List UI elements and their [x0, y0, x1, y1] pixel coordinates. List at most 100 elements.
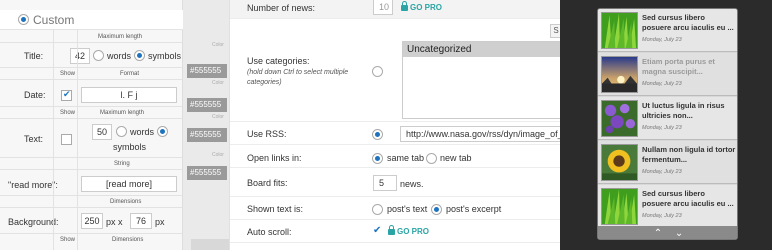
- news-title[interactable]: Nullam non ligula id tortor fermentum...: [642, 145, 736, 165]
- divider: [0, 79, 183, 80]
- background-label: Background:: [8, 217, 59, 227]
- auto-scroll-row: Auto scroll: ✔ GO PRO: [230, 221, 561, 243]
- read-more-label: "read more":: [8, 180, 58, 190]
- color-swatch[interactable]: #555555: [187, 166, 227, 180]
- date-format-input[interactable]: l. F j: [81, 87, 177, 103]
- color-column: Color #555555 Color #555555 Color #55555…: [183, 0, 231, 250]
- categories-listbox[interactable]: Uncategorized: [402, 41, 561, 119]
- board-fits-label: Board fits:: [247, 178, 288, 188]
- text-length-input[interactable]: 50: [92, 124, 112, 140]
- number-of-news-row: Number of news: 10 GO PRO: [230, 0, 561, 19]
- news-title[interactable]: Ut luctus ligula in risus ultricies non.…: [642, 101, 736, 121]
- dimensions-header: Dimensions: [110, 199, 142, 205]
- show-header: Show: [60, 71, 76, 77]
- news-item[interactable]: Nullam non ligula id tortor fermentum...…: [598, 141, 737, 184]
- text-symbols-radio[interactable]: [157, 126, 168, 137]
- text-words-radio[interactable]: [116, 126, 127, 137]
- divider: [0, 157, 183, 158]
- show-date-checkbox[interactable]: [61, 89, 72, 101]
- news-item[interactable]: Ut luctus ligula in risus ultricies non.…: [598, 97, 737, 140]
- board-fits-input[interactable]: 5: [373, 175, 397, 191]
- lock-icon: [388, 225, 395, 235]
- title-words-radio[interactable]: [93, 50, 104, 61]
- divider: [0, 195, 183, 196]
- go-pro-link[interactable]: GO PRO: [388, 225, 430, 236]
- settings-left-column: Custom Maximum length Title: 42 words sy…: [0, 0, 183, 250]
- title-words-label: words: [107, 51, 132, 61]
- category-option[interactable]: Uncategorized: [403, 42, 560, 57]
- news-title[interactable]: Sed cursus libero posuere arcu iaculis e…: [642, 189, 736, 209]
- divider: [0, 106, 183, 107]
- news-ticker-widget: Sed cursus libero posuere arcu iaculis e…: [597, 8, 738, 240]
- use-rss-row: Use RSS: http://www.nasa.gov/rss/dyn/ima…: [230, 123, 561, 145]
- custom-label: Custom: [33, 13, 75, 27]
- chevron-up-icon[interactable]: ⌃: [654, 228, 662, 239]
- sunflower-thumbnail: [601, 144, 638, 181]
- news-title[interactable]: Etiam porta purus et magna suscipit...: [642, 57, 736, 77]
- date-label: Date:: [24, 90, 46, 100]
- title-symbols-label: symbols: [148, 51, 182, 61]
- title-label: Title:: [24, 51, 44, 61]
- new-tab-radio[interactable]: [426, 153, 437, 164]
- max-length-header: Maximum length: [98, 34, 143, 40]
- color-swatch[interactable]: #555555: [187, 128, 227, 142]
- news-settings-panel: Number of news: 10 GO PRO Use categories…: [229, 0, 562, 250]
- grass-thumbnail: [601, 12, 638, 49]
- px-label: px: [106, 217, 116, 227]
- auto-scroll-label: Auto scroll:: [247, 227, 292, 237]
- use-categories-radio[interactable]: [372, 66, 383, 77]
- color-label: Color: [212, 42, 224, 48]
- color-label: Color: [212, 114, 224, 120]
- number-of-news-label: Number of news:: [247, 3, 316, 13]
- column-divider: [77, 30, 78, 250]
- color-label: Color: [212, 80, 224, 86]
- custom-radio[interactable]: [18, 14, 29, 25]
- background-height-input[interactable]: 76: [130, 213, 152, 229]
- divider: [0, 118, 183, 119]
- text-words-label: words: [130, 127, 155, 137]
- news-date: Monday, July 23: [642, 125, 682, 131]
- px-label: px: [155, 217, 165, 227]
- read-more-input[interactable]: [read more]: [81, 176, 177, 192]
- show-header: Show: [60, 237, 76, 243]
- news-suffix: news.: [400, 179, 424, 189]
- news-date: Monday, July 23: [642, 169, 682, 175]
- color-swatch[interactable]: #555555: [187, 64, 227, 78]
- title-length-input[interactable]: 42: [70, 48, 90, 64]
- open-links-label: Open links in:: [247, 153, 302, 163]
- title-symbols-radio[interactable]: [134, 50, 145, 61]
- news-date: Monday, July 23: [642, 81, 682, 87]
- color-swatch[interactable]: #555555: [187, 98, 227, 112]
- flowers-thumbnail: [601, 100, 638, 137]
- show-text-checkbox[interactable]: [61, 134, 72, 145]
- use-categories-label: Use categories:: [247, 56, 310, 66]
- news-title[interactable]: Sed cursus libero posuere arcu iaculis e…: [642, 13, 736, 33]
- color-label: Color: [212, 152, 224, 158]
- go-pro-label: GO PRO: [397, 227, 430, 236]
- number-of-news-input[interactable]: 10: [373, 0, 393, 15]
- same-tab-radio[interactable]: [372, 153, 383, 164]
- go-pro-link[interactable]: GO PRO: [401, 1, 443, 12]
- board-fits-row: Board fits: 5 news.: [230, 169, 561, 197]
- rss-url-input[interactable]: http://www.nasa.gov/rss/dyn/image_of_t: [400, 126, 561, 142]
- use-rss-radio[interactable]: [372, 129, 383, 140]
- divider: [0, 169, 183, 170]
- posts-excerpt-label: post's excerpt: [446, 204, 502, 214]
- news-item[interactable]: Sed cursus libero posuere arcu iaculis e…: [598, 185, 737, 228]
- go-pro-label: GO PRO: [410, 3, 443, 12]
- chevron-down-icon[interactable]: ⌄: [675, 228, 683, 239]
- news-date: Monday, July 23: [642, 213, 682, 219]
- new-tab-label: new tab: [440, 153, 472, 163]
- posts-text-radio[interactable]: [372, 204, 383, 215]
- open-links-row: Open links in: same tab new tab: [230, 146, 561, 168]
- check-icon: ✔: [373, 225, 382, 236]
- widget-nav: ⌃ ⌄: [598, 226, 737, 239]
- color-input[interactable]: [191, 239, 231, 250]
- use-rss-label: Use RSS:: [247, 129, 287, 139]
- background-width-input[interactable]: 250: [81, 213, 103, 229]
- posts-excerpt-radio[interactable]: [431, 204, 442, 215]
- news-item[interactable]: Etiam porta purus et magna suscipit... M…: [598, 53, 737, 96]
- custom-option-row[interactable]: Custom: [0, 10, 183, 30]
- shown-text-label: Shown text is:: [247, 204, 304, 214]
- news-item[interactable]: Sed cursus libero posuere arcu iaculis e…: [598, 9, 737, 52]
